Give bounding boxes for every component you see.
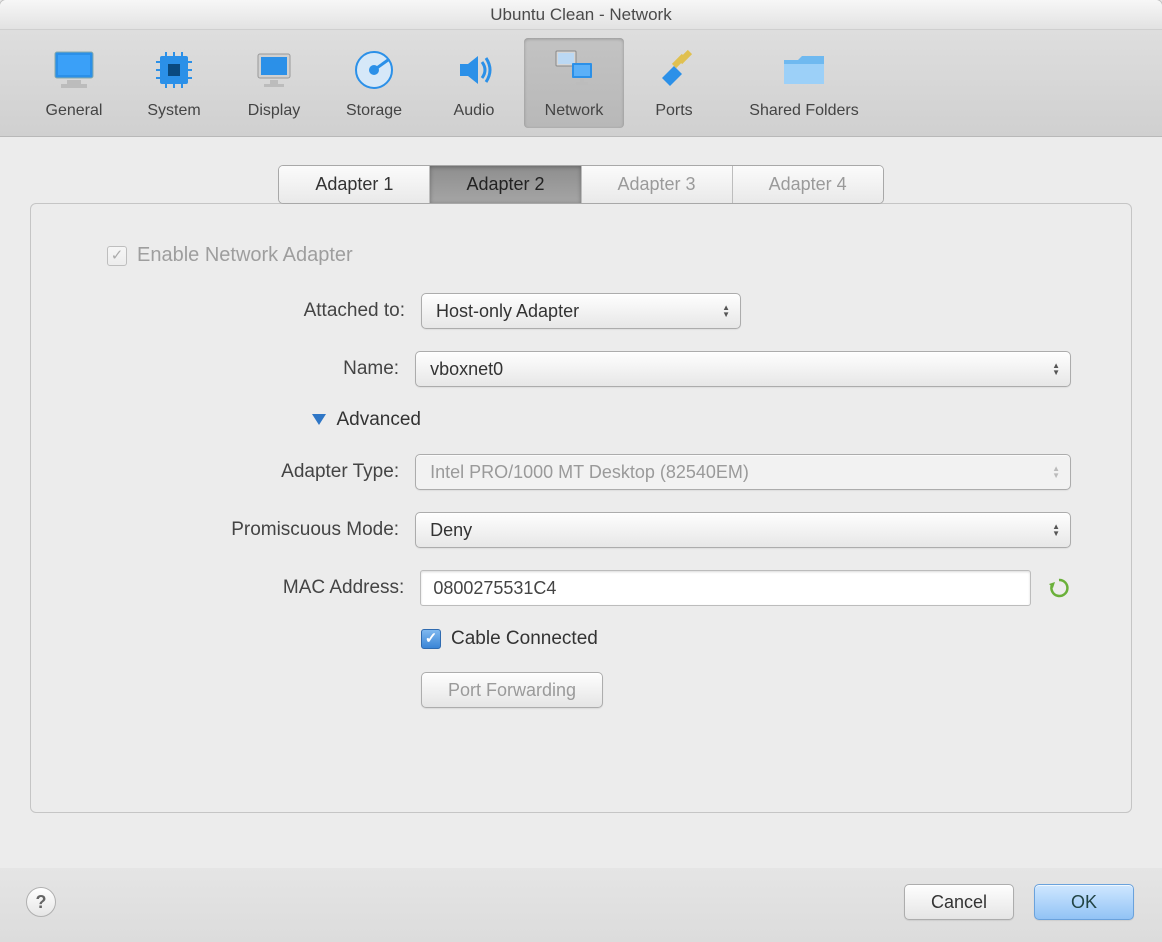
- toolbar-label: Storage: [346, 102, 402, 120]
- cancel-button[interactable]: Cancel: [904, 884, 1014, 920]
- toolbar-item-ports[interactable]: Ports: [624, 38, 724, 128]
- adapter-name-select[interactable]: vboxnet0 ▲▼: [415, 351, 1071, 387]
- name-label: Name:: [91, 358, 415, 380]
- enable-adapter-label: Enable Network Adapter: [137, 244, 353, 267]
- attached-to-value: Host-only Adapter: [436, 301, 579, 322]
- name-row: Name: vboxnet0 ▲▼: [91, 351, 1071, 387]
- ok-button[interactable]: OK: [1034, 884, 1134, 920]
- promiscuous-row: Promiscuous Mode: Deny ▲▼: [91, 512, 1071, 548]
- attached-to-label: Attached to:: [91, 300, 421, 322]
- refresh-icon: [1048, 577, 1070, 599]
- attached-to-row: Attached to: Host-only Adapter ▲▼: [91, 293, 1071, 329]
- tab-adapter-3[interactable]: Adapter 3: [582, 166, 733, 203]
- adapter-type-row: Adapter Type: Intel PRO/1000 MT Desktop …: [91, 454, 1071, 490]
- window-title: Ubuntu Clean - Network: [0, 0, 1162, 30]
- toolbar-item-system[interactable]: System: [124, 38, 224, 128]
- disclosure-triangle-icon: [312, 414, 326, 426]
- select-arrows-icon: ▲▼: [1052, 523, 1060, 537]
- enable-adapter-row: Enable Network Adapter: [107, 244, 1071, 267]
- port-forwarding-button: Port Forwarding: [421, 672, 603, 708]
- enable-adapter-checkbox[interactable]: [107, 246, 127, 266]
- toolbar-item-display[interactable]: Display: [224, 38, 324, 128]
- toolbar-item-network[interactable]: Network: [524, 38, 624, 128]
- tab-group: Adapter 1 Adapter 2 Adapter 3 Adapter 4: [278, 165, 883, 204]
- toolbar-label: Display: [248, 102, 300, 120]
- tab-adapter-4[interactable]: Adapter 4: [733, 166, 883, 203]
- cable-connected-label: Cable Connected: [451, 628, 598, 650]
- toolbar-item-storage[interactable]: Storage: [324, 38, 424, 128]
- network-icon: [550, 46, 598, 94]
- settings-window: Ubuntu Clean - Network General System Di…: [0, 0, 1162, 942]
- toolbar-item-general[interactable]: General: [24, 38, 124, 128]
- adapter-type-label: Adapter Type:: [91, 461, 415, 483]
- monitor-icon: [50, 46, 98, 94]
- select-arrows-icon: ▲▼: [722, 304, 730, 318]
- help-icon: ?: [36, 892, 47, 913]
- select-arrows-icon: ▲▼: [1052, 362, 1060, 376]
- storage-icon: [350, 46, 398, 94]
- folder-icon: [780, 46, 828, 94]
- refresh-mac-button[interactable]: [1047, 576, 1071, 600]
- mac-row: MAC Address:: [91, 570, 1071, 606]
- adapter-type-select: Intel PRO/1000 MT Desktop (82540EM) ▲▼: [415, 454, 1071, 490]
- help-button[interactable]: ?: [26, 887, 56, 917]
- footer: ? Cancel OK: [0, 868, 1162, 942]
- adapter-panel: Enable Network Adapter Attached to: Host…: [30, 203, 1132, 813]
- mac-address-input[interactable]: [420, 570, 1031, 606]
- mac-label: MAC Address:: [91, 577, 420, 599]
- toolbar-label: Shared Folders: [749, 102, 858, 120]
- toolbar-label: Network: [545, 102, 604, 120]
- display-icon: [250, 46, 298, 94]
- adapter-name-value: vboxnet0: [430, 359, 503, 380]
- adapter-tabs: Adapter 1 Adapter 2 Adapter 3 Adapter 4: [30, 165, 1132, 204]
- tab-adapter-2[interactable]: Adapter 2: [430, 166, 581, 203]
- port-forwarding-row: Port Forwarding: [91, 672, 1071, 708]
- cable-row: Cable Connected: [91, 628, 1071, 650]
- select-arrows-icon: ▲▼: [1052, 465, 1060, 479]
- cable-connected-checkbox[interactable]: [421, 629, 441, 649]
- advanced-row: Advanced: [91, 409, 1071, 432]
- advanced-toggle[interactable]: Advanced: [91, 409, 421, 432]
- toolbar-label: Ports: [655, 102, 692, 120]
- promiscuous-label: Promiscuous Mode:: [91, 519, 415, 541]
- toolbar-item-audio[interactable]: Audio: [424, 38, 524, 128]
- window-title-text: Ubuntu Clean - Network: [490, 5, 671, 25]
- toolbar-label: Audio: [454, 102, 495, 120]
- chip-icon: [150, 46, 198, 94]
- attached-to-select[interactable]: Host-only Adapter ▲▼: [421, 293, 741, 329]
- toolbar-label: General: [46, 102, 103, 120]
- promiscuous-select[interactable]: Deny ▲▼: [415, 512, 1071, 548]
- advanced-label: Advanced: [336, 409, 421, 431]
- toolbar-label: System: [147, 102, 200, 120]
- adapter-type-value: Intel PRO/1000 MT Desktop (82540EM): [430, 462, 749, 483]
- ports-icon: [650, 46, 698, 94]
- content-area: Adapter 1 Adapter 2 Adapter 3 Adapter 4 …: [0, 137, 1162, 868]
- toolbar: General System Display Storage Audio: [0, 30, 1162, 137]
- tab-adapter-1[interactable]: Adapter 1: [279, 166, 430, 203]
- toolbar-item-shared-folders[interactable]: Shared Folders: [724, 38, 884, 128]
- promiscuous-value: Deny: [430, 520, 472, 541]
- speaker-icon: [450, 46, 498, 94]
